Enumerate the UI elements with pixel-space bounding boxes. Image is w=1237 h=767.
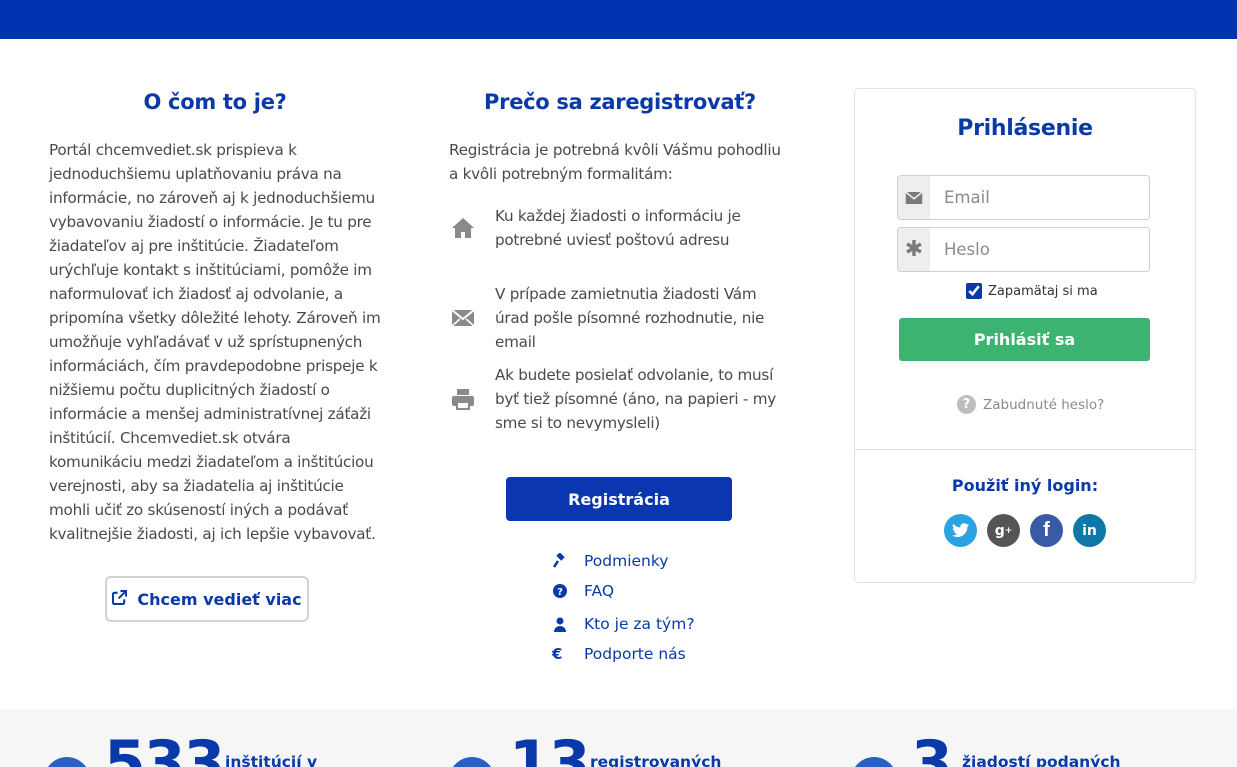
home-icon [449, 204, 495, 252]
link-label: Kto je za tým? [584, 615, 695, 633]
forgot-password-link[interactable]: ? Zabudnuté heslo? [957, 395, 1104, 414]
google-plus-icon[interactable]: g + [987, 514, 1020, 547]
why-register-section: Prečo sa zaregistrovať? Registrácia je p… [449, 88, 791, 432]
password-field: ✱ [897, 227, 1150, 272]
register-button[interactable]: Registrácia [506, 477, 732, 521]
gavel-icon [550, 553, 584, 569]
login-button[interactable]: Prihlásiť sa [899, 318, 1150, 361]
envelope-icon [898, 176, 930, 219]
stats-strip: 533 inštitúcií v 13 registrovaných 3 žia… [0, 709, 1237, 767]
stat-label: inštitúcií v [225, 753, 318, 767]
reason-item: V prípade zamietnutia žiadosti Vám úrad … [449, 282, 791, 354]
link-team[interactable]: Kto je za tým? [550, 615, 750, 633]
reason-text: Ak budete posielať odvolanie, to musí by… [495, 366, 776, 432]
login-title: Prihlásenie [957, 116, 1093, 141]
other-login-title: Použiť iný login: [951, 476, 1099, 495]
reason-item: Ak budete posielať odvolanie, to musí by… [449, 363, 791, 435]
link-support[interactable]: € Podporte nás [550, 645, 750, 663]
stat-icon [851, 757, 897, 767]
about-title: O čom to je? [143, 90, 287, 114]
login-panel: Prihlásenie ✱ Zapamätaj si ma Prihlásiť … [854, 88, 1196, 583]
about-section: O čom to je? Portál chcemvediet.sk prisp… [49, 88, 381, 546]
stat-label: registrovaných [590, 753, 722, 767]
envelope-icon [449, 282, 495, 354]
learn-more-button[interactable]: Chcem vedieť viac [105, 576, 309, 622]
print-icon [449, 363, 495, 435]
reason-text: Ku každej žiadosti o informáciu je potre… [495, 207, 741, 249]
reason-text: V prípade zamietnutia žiadosti Vám úrad … [495, 285, 765, 351]
stat-icon [44, 757, 90, 767]
external-link-icon [112, 589, 128, 609]
stat-number: 533 [104, 728, 225, 767]
link-conditions[interactable]: Podmienky [550, 552, 750, 570]
asterisk-icon: ✱ [898, 228, 930, 271]
link-label: FAQ [584, 582, 615, 600]
stat-number: 13 [509, 728, 590, 767]
remember-me[interactable]: Zapamätaj si ma [966, 283, 1098, 299]
remember-label: Zapamätaj si ma [988, 283, 1098, 299]
email-input[interactable] [930, 176, 1149, 219]
twitter-icon[interactable] [944, 514, 977, 547]
euro-icon: € [552, 645, 563, 663]
link-faq[interactable]: ? FAQ [550, 582, 750, 600]
why-intro: Registrácia je potrebná kvôli Vášmu poho… [449, 141, 781, 183]
about-text: Portál chcemvediet.sk prispieva k jednod… [49, 141, 381, 543]
forgot-label: Zabudnuté heslo? [983, 396, 1105, 413]
learn-more-label: Chcem vedieť viac [137, 589, 302, 609]
divider [855, 449, 1195, 450]
question-icon: ? [957, 395, 976, 414]
reason-item: Ku každej žiadosti o informáciu je potre… [449, 204, 791, 252]
stat-icon [449, 757, 495, 767]
link-label: Podporte nás [584, 645, 686, 663]
svg-text:?: ? [557, 587, 563, 598]
link-label: Podmienky [584, 552, 669, 570]
why-title: Prečo sa zaregistrovať? [484, 90, 756, 114]
email-field [897, 175, 1150, 220]
stat-number: 3 [911, 728, 953, 767]
linkedin-icon[interactable]: in [1073, 514, 1106, 547]
remember-checkbox[interactable] [966, 283, 982, 299]
user-icon [550, 616, 584, 632]
facebook-icon[interactable]: f [1030, 514, 1063, 547]
social-login-buttons: g + f in [944, 514, 1106, 547]
stat-label: žiadostí podaných [962, 753, 1121, 767]
top-nav-bar [0, 0, 1237, 39]
question-icon: ? [550, 583, 584, 599]
password-input[interactable] [930, 228, 1149, 271]
